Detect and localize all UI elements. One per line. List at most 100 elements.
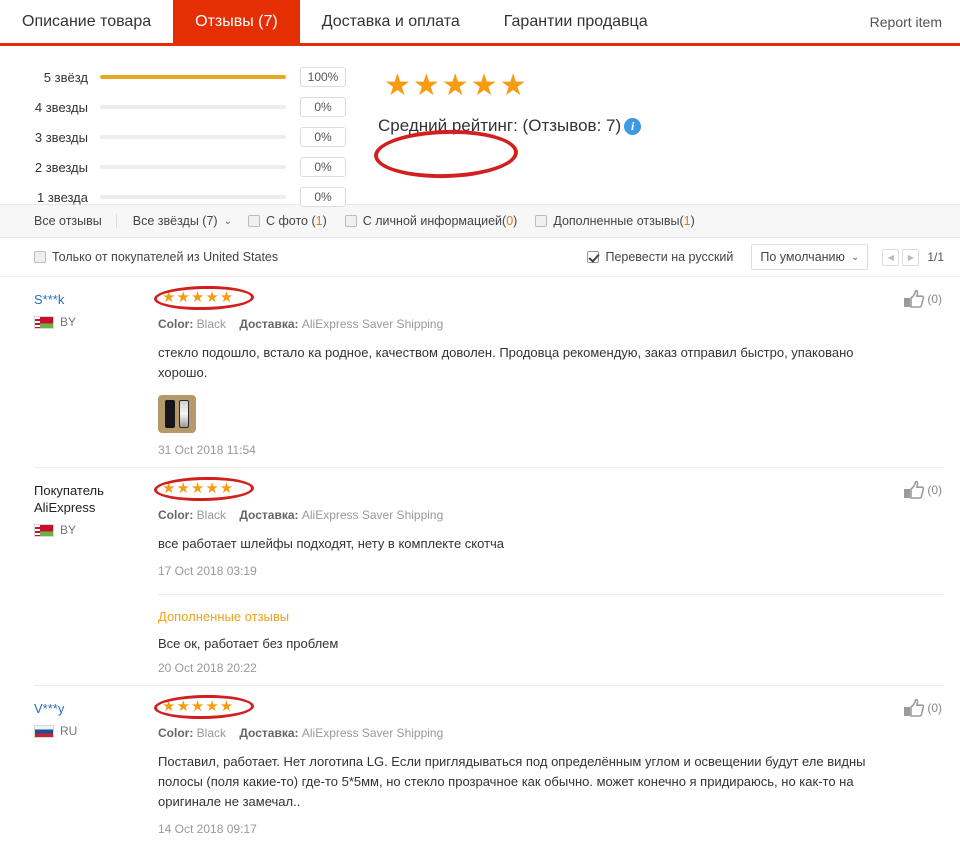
rating-row-2: 2 звезды 0% — [0, 152, 360, 182]
additional-review-block: Дополненные отзывы Все ок, работает без … — [158, 594, 944, 675]
rating-label-2: 2 звезды — [34, 159, 88, 175]
review-item: V***y RU ★★★★★ Color: Black Доставка: Al… — [34, 686, 944, 846]
review-shipping-value: AliExpress Saver Shipping — [301, 508, 444, 522]
checkbox-additional-reviews[interactable] — [535, 215, 548, 227]
thumbnail-phone-dark — [165, 400, 175, 428]
review-photo-thumbnail[interactable] — [158, 395, 196, 433]
filter-additional-reviews[interactable]: Дополненные отзывы(1) — [535, 214, 695, 228]
rating-percent-3: 0% — [300, 127, 346, 147]
review-list: S***k BY ★★★★★ Color: Black Доставка: Al… — [0, 277, 960, 846]
average-rating-caption: Средний рейтинг: (Отзывов: 7) i — [378, 116, 708, 136]
rating-track-5 — [100, 75, 286, 79]
review-author-name: Покупатель AliExpress — [34, 483, 104, 515]
checkbox-buyers-from-country[interactable] — [34, 251, 46, 263]
review-meta: Color: Black Доставка: AliExpress Saver … — [158, 508, 944, 522]
average-rating-stars: ★★★★★ — [384, 69, 529, 102]
review-helpful-button[interactable]: (0) — [903, 480, 942, 500]
filter-buyers-from-country[interactable]: Только от покупателей из United States — [34, 250, 278, 264]
tab-description[interactable]: Описание товара — [0, 0, 173, 43]
review-author-country: RU — [34, 724, 154, 738]
filter-with-personal-info[interactable]: С личной информацией(0) — [344, 214, 518, 228]
next-page-button[interactable]: ▶ — [902, 248, 920, 266]
checkbox-with-photo[interactable] — [247, 215, 260, 227]
review-author-country-code: RU — [60, 724, 78, 738]
filter-buyers-from-country-label: Только от покупателей из United States — [52, 250, 279, 264]
review-meta: Color: Black Доставка: AliExpress Saver … — [158, 317, 944, 331]
toggle-translate-to-russian[interactable]: Перевести на русский — [587, 250, 733, 264]
filter-with-photo-close: ) — [322, 214, 327, 228]
review-date: 14 Oct 2018 09:17 — [158, 822, 257, 836]
rating-breakdown-bars: 5 звёзд 100% 4 звезды 0% 3 звезды 0% 2 з… — [0, 62, 360, 212]
thumbs-up-icon — [904, 289, 925, 308]
filter-all-stars[interactable]: Все звёзды (7) ⌄ — [117, 214, 248, 228]
review-shipping-value: AliExpress Saver Shipping — [301, 317, 444, 331]
report-item-link[interactable]: Report item — [860, 0, 960, 43]
review-date: 17 Oct 2018 03:19 — [158, 564, 257, 578]
review-helpful-button[interactable]: (0) — [903, 698, 942, 718]
rating-label-3: 3 звезды — [34, 129, 88, 145]
review-author-name[interactable]: S***k — [34, 291, 154, 308]
info-icon[interactable]: i — [624, 117, 642, 135]
filter-with-personal-info-count: 0 — [506, 214, 514, 228]
review-stars: ★★★★★ — [162, 480, 235, 497]
review-author-name[interactable]: V***y — [34, 700, 154, 717]
rating-fill-5 — [100, 75, 286, 79]
thumbs-up-icon — [904, 480, 925, 499]
additional-review-text: Все ок, работает без проблем — [158, 636, 339, 651]
review-text: Поставил, работает. Нет логотипа LG. Есл… — [158, 754, 866, 809]
rating-percent-1: 0% — [300, 187, 346, 207]
review-author-block: V***y RU — [34, 698, 154, 836]
tab-seller-guarantees[interactable]: Гарантии продавца — [482, 0, 670, 43]
product-tabbar: Описание товара Отзывы (7) Доставка и оп… — [0, 0, 960, 46]
thumbs-up-icon — [904, 698, 925, 717]
review-shipping-key: Доставка: — [239, 317, 299, 331]
review-helpful-button[interactable]: (0) — [903, 289, 942, 309]
filter-with-photo[interactable]: С фото (1) — [247, 214, 327, 228]
rating-row-4: 4 звезды 0% — [0, 92, 360, 122]
checkbox-translate-to-russian[interactable] — [587, 251, 600, 263]
flag-russia-icon — [34, 724, 54, 738]
tab-reviews[interactable]: Отзывы (7) — [173, 0, 300, 43]
review-author-country: BY — [34, 315, 154, 329]
pagination: ◀ ▶ 1/1 — [882, 248, 944, 266]
review-item: Покупатель AliExpress BY ★★★★★ Color: Bl… — [34, 468, 944, 686]
filter-with-photo-label: С фото ( — [265, 214, 316, 228]
filter-with-photo-count: 1 — [315, 214, 323, 228]
filter-all-reviews[interactable]: Все отзывы — [34, 214, 117, 228]
translate-label: Перевести на русский — [605, 250, 734, 264]
chevron-down-icon: ⌄ — [850, 251, 860, 263]
review-color-value: Black — [196, 317, 227, 331]
review-item: S***k BY ★★★★★ Color: Black Доставка: Al… — [34, 277, 944, 468]
rating-label-1: 1 звезда — [37, 189, 88, 205]
filter-with-personal-info-close: ) — [513, 214, 518, 228]
additional-review-date: 20 Oct 2018 20:22 — [158, 661, 257, 675]
review-shipping-key: Доставка: — [239, 726, 299, 740]
rating-label-5: 5 звёзд — [43, 69, 88, 85]
review-color-value: Black — [196, 508, 227, 522]
tab-shipping-payment[interactable]: Доставка и оплата — [300, 0, 482, 43]
sort-select[interactable]: По умолчанию ⌄ — [751, 244, 869, 270]
rating-row-3: 3 звезды 0% — [0, 122, 360, 152]
additional-review-title[interactable]: Дополненные отзывы — [158, 609, 944, 624]
review-author-country-code: BY — [60, 523, 77, 537]
review-date: 31 Oct 2018 11:54 — [158, 443, 256, 457]
rating-track-2 — [100, 165, 286, 169]
thumbnail-phone-light — [179, 400, 189, 428]
review-shipping-value: AliExpress Saver Shipping — [301, 726, 444, 740]
page-indicator: 1/1 — [927, 250, 944, 264]
rating-row-5: 5 звёзд 100% — [0, 62, 360, 92]
filter-additional-reviews-count: 1 — [683, 214, 691, 228]
rating-summary: 5 звёзд 100% 4 звезды 0% 3 звезды 0% 2 з… — [0, 46, 960, 207]
review-text: стекло подошло, встало ка родное, качест… — [158, 345, 854, 380]
prev-page-button[interactable]: ◀ — [882, 248, 900, 266]
review-body: ★★★★★ Color: Black Доставка: AliExpress … — [153, 285, 944, 457]
filter-all-stars-label: Все звёзды (7) — [132, 214, 218, 228]
rating-track-3 — [100, 135, 286, 139]
review-text: все работает шлейфы подходят, нету в ком… — [158, 536, 505, 551]
checkbox-with-personal-info[interactable] — [344, 215, 357, 227]
filter-with-personal-info-label: С личной информацией( — [362, 214, 507, 228]
flag-belarus-icon — [34, 315, 54, 329]
rating-percent-4: 0% — [300, 97, 346, 117]
review-color-value: Black — [196, 726, 227, 740]
rating-percent-5: 100% — [300, 67, 346, 87]
